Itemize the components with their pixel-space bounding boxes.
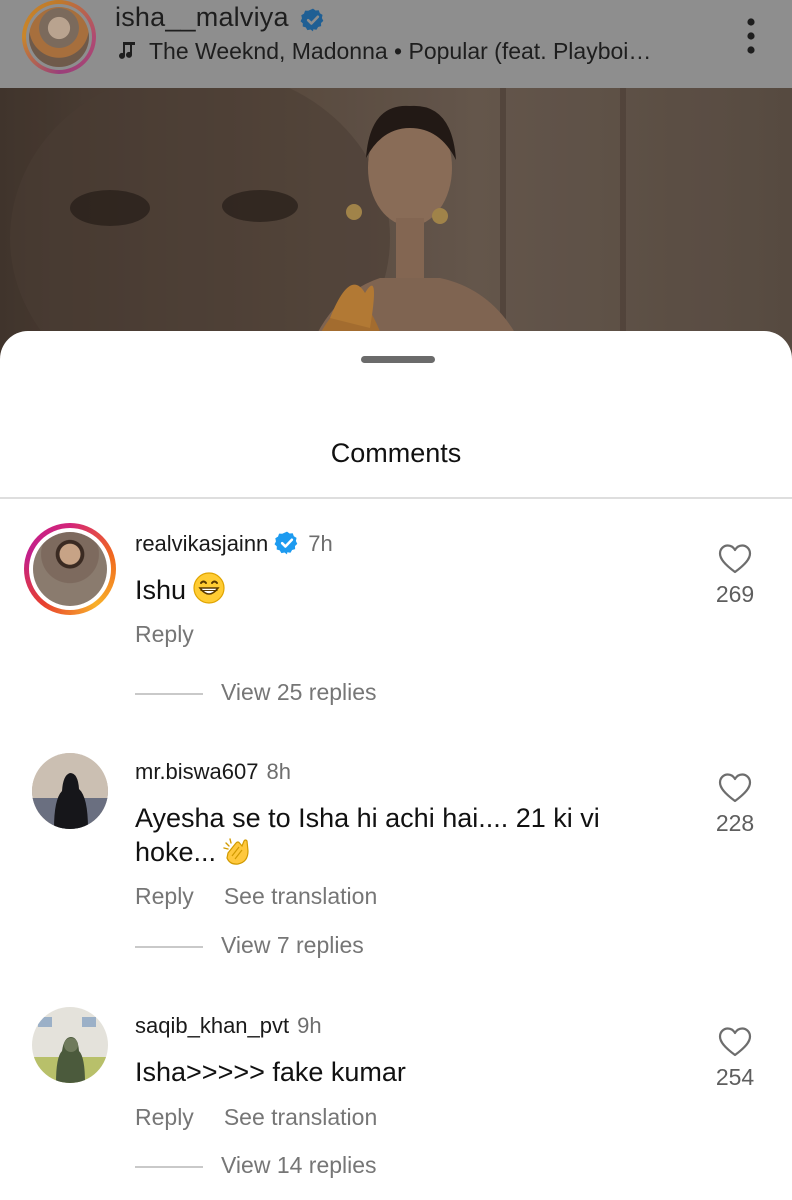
view-replies-button[interactable]: View 25 replies [135,679,377,706]
replies-divider-line [135,945,203,948]
post-author-username[interactable]: isha__malviya [115,2,289,33]
verified-icon [300,8,324,32]
comment-meta: mr.biswa607 8h [135,759,291,785]
see-translation-button[interactable]: See translation [224,1104,377,1130]
clapping-hands-emoji-icon [223,838,249,865]
commenter-username[interactable]: saqib_khan_pvt [135,1013,289,1038]
replies-divider-line [135,1165,203,1168]
comments-sheet: Comments realvikasjainn 7h Ishu Reply 26… [0,331,792,1200]
commenter-avatar[interactable] [32,753,108,829]
like-count: 254 [715,1064,755,1090]
sheet-divider [0,497,792,499]
commenter-username[interactable]: realvikasjainn [135,531,268,556]
replies-divider-line [135,692,203,695]
view-replies-button[interactable]: View 14 replies [135,1152,377,1179]
comment-time: 9h [297,1013,322,1038]
comment-text-content: Ayesha se to Isha hi achi hai.... 21 ki … [135,803,600,867]
like-count: 228 [715,810,755,836]
reply-button[interactable]: Reply [135,1104,194,1130]
post-header: isha__malviya The Weeknd, Madonna • Popu… [0,0,792,88]
comment-like: 228 [705,772,765,837]
grinning-face-emoji-icon [193,572,225,604]
comment-text: Ayesha se to Isha hi achi hai.... 21 ki … [135,801,655,869]
reply-button[interactable]: Reply [135,621,194,647]
avatar-photo [32,1007,108,1083]
post-music-text: The Weeknd, Madonna • Popular (feat. Pla… [149,38,652,64]
avatar-silhouette [32,753,108,829]
post-music-info[interactable]: The Weeknd, Madonna • Popular (feat. Pla… [115,38,651,65]
view-replies-label: View 25 replies [221,679,377,705]
verified-icon [274,531,298,555]
heart-icon[interactable] [718,772,752,804]
heart-icon[interactable] [718,1026,752,1058]
reply-button[interactable]: Reply [135,883,194,909]
comment-actions: Reply See translation [135,883,407,910]
comment-actions: Reply [135,621,224,648]
comment-text: Isha>>>>> fake kumar [135,1055,655,1089]
view-replies-label: View 7 replies [221,932,364,958]
comment-meta: realvikasjainn 7h [135,530,333,557]
comment-like: 254 [705,1026,765,1091]
post-username-text: isha__malviya [115,2,289,32]
post-author-avatar[interactable] [22,0,96,74]
comment-meta: saqib_khan_pvt 9h [135,1013,322,1039]
view-replies-button[interactable]: View 7 replies [135,932,364,959]
comment-text-content: Ishu [135,575,187,605]
comment-text: Ishu [135,571,655,607]
sheet-drag-handle[interactable] [361,356,435,363]
music-note-icon [119,42,135,59]
comment-time: 8h [266,759,291,784]
commenter-username[interactable]: mr.biswa607 [135,759,259,784]
sheet-title: Comments [330,438,462,468]
see-translation-button[interactable]: See translation [224,883,377,909]
comment-text-content: Isha>>>>> fake kumar [135,1057,406,1087]
comment-time: 7h [308,531,333,556]
commenter-avatar[interactable] [24,523,116,615]
comment-actions: Reply See translation [135,1104,407,1131]
heart-icon[interactable] [718,543,752,575]
commenter-avatar[interactable] [32,1007,108,1083]
comment-like: 269 [705,543,765,608]
like-count: 269 [715,581,755,607]
more-options-icon[interactable] [738,16,764,56]
view-replies-label: View 14 replies [221,1152,377,1178]
